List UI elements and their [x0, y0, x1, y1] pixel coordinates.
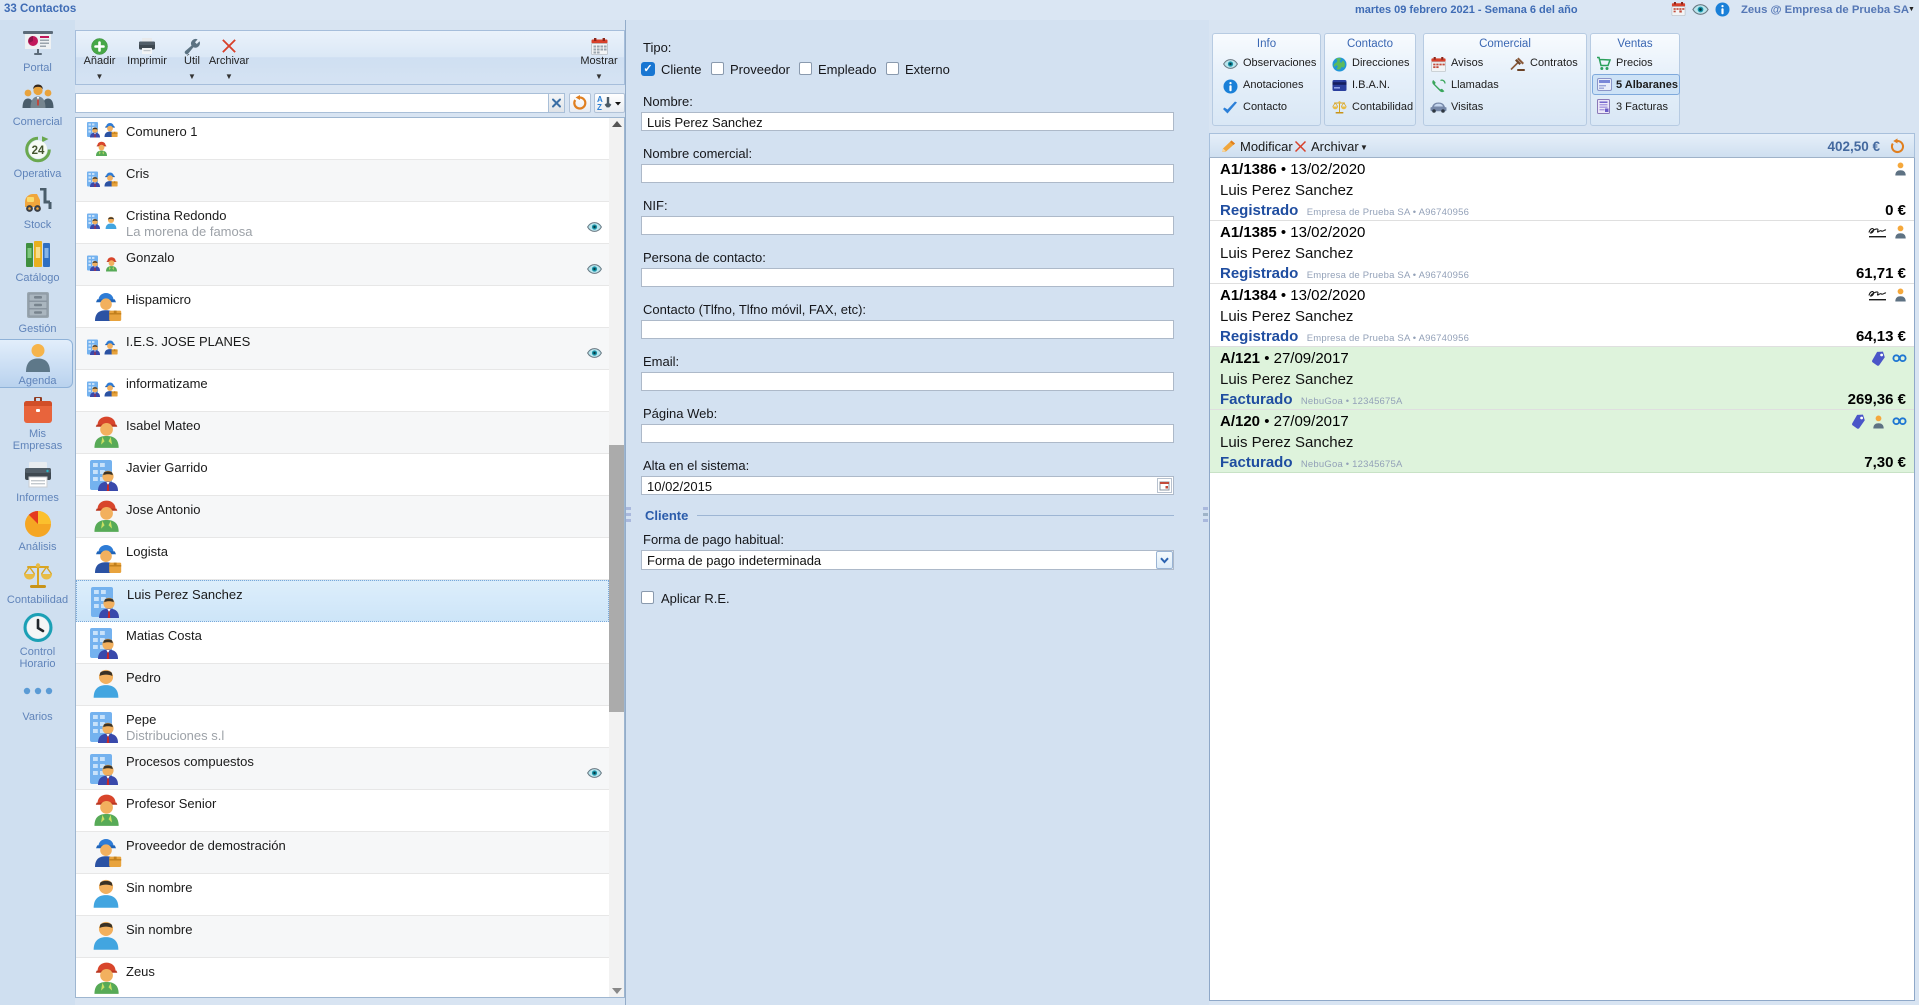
svg-text:Z: Z — [597, 103, 602, 112]
svg-text:24: 24 — [31, 145, 44, 157]
